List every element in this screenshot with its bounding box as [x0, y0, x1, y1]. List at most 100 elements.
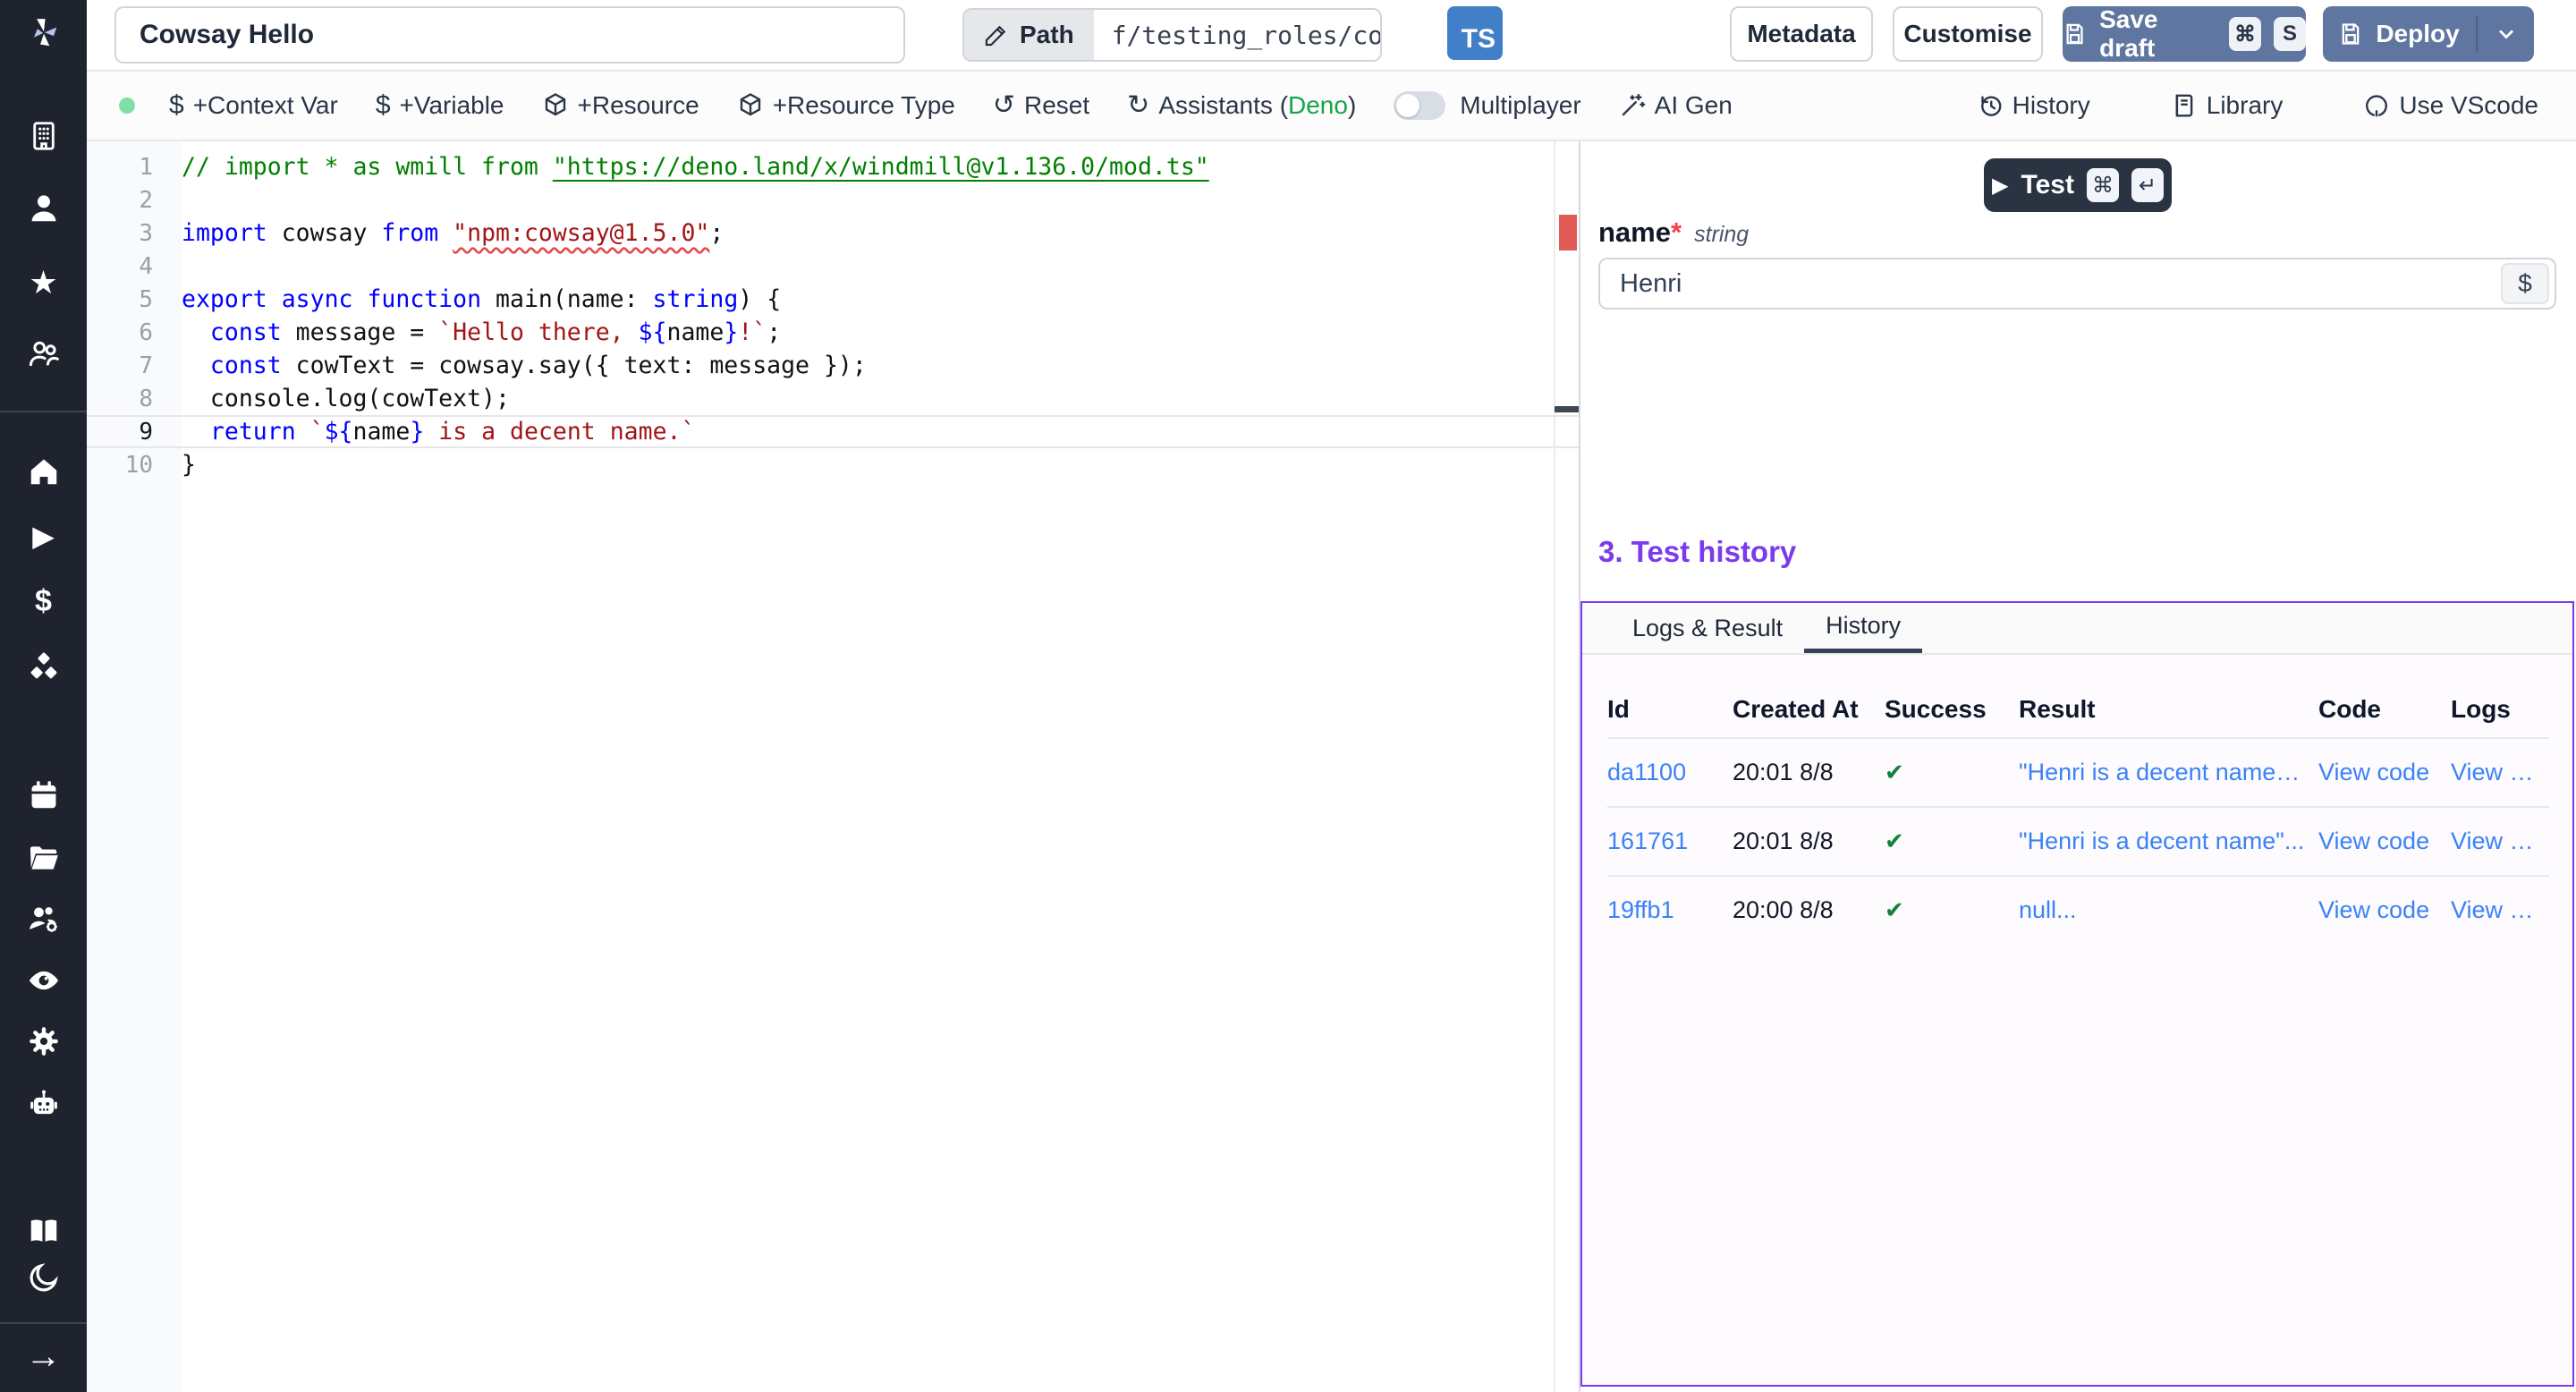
library-button[interactable]: Library	[2171, 91, 2284, 120]
overview-ruler	[1554, 141, 1555, 1392]
dollar-icon: $	[376, 92, 391, 119]
ai-gen-label: AI Gen	[1655, 91, 1733, 120]
table-row: da110020:01 8/8✔"Henri is a decent name.…	[1607, 737, 2549, 806]
view-logs-link[interactable]: View logs	[2451, 828, 2549, 855]
field-type: string	[1694, 222, 1749, 248]
code-line[interactable]: 5export async function main(name: string…	[87, 283, 1579, 316]
arrow-right-icon[interactable]: →	[0, 1335, 87, 1378]
column-header: Created At	[1733, 695, 1885, 724]
code-line[interactable]: 7 const cowText = cowsay.say({ text: mes…	[87, 349, 1579, 382]
use-vscode-button[interactable]: Use VScode	[2363, 91, 2538, 120]
history-button[interactable]: History	[1977, 91, 2090, 120]
add-context-var-button[interactable]: $ +Context Var	[169, 91, 338, 120]
result-link[interactable]: "Henri is a decent name"...	[2019, 828, 2318, 855]
history-label: History	[2012, 91, 2090, 120]
path-button-label: Path	[1020, 21, 1074, 49]
moon-icon[interactable]	[0, 1256, 87, 1299]
code-line[interactable]: 1// import * as wmill from "https://deno…	[87, 150, 1579, 183]
folder-open-icon[interactable]	[0, 836, 87, 879]
metadata-button[interactable]: Metadata	[1730, 6, 1873, 62]
add-resource-button[interactable]: +Resource	[542, 91, 699, 120]
chevron-down-icon[interactable]	[2494, 21, 2519, 47]
windmill-logo[interactable]	[0, 12, 87, 55]
toggle-knob	[1396, 94, 1419, 117]
column-header: Result	[2019, 695, 2318, 724]
script-title-input[interactable]	[114, 6, 905, 64]
view-code-link[interactable]: View code	[2318, 828, 2451, 855]
robot-icon[interactable]	[0, 1082, 87, 1125]
customise-button[interactable]: Customise	[1893, 6, 2043, 62]
name-input[interactable]	[1600, 269, 2501, 299]
language-badge-ts: TS	[1447, 6, 1503, 60]
calendar-icon[interactable]	[0, 774, 87, 817]
field-name: name*	[1598, 216, 1682, 249]
add-resource-type-button[interactable]: +Resource Type	[737, 91, 955, 120]
view-code-link[interactable]: View code	[2318, 896, 2451, 924]
created-at: 20:01 8/8	[1733, 828, 1885, 855]
assistants-button[interactable]: ↻ Assistants (Deno)	[1127, 91, 1356, 120]
book-open-icon[interactable]	[0, 1210, 87, 1252]
line-number: 8	[87, 386, 182, 412]
job-id-link[interactable]: da1100	[1607, 759, 1733, 786]
code-line[interactable]: 4	[87, 250, 1579, 283]
job-id-link[interactable]: 161761	[1607, 828, 1733, 855]
boxes-icon[interactable]	[0, 646, 87, 689]
star-icon[interactable]: ★	[0, 261, 87, 304]
code-text: return `${name} is a decent name.`	[182, 418, 695, 446]
sidebar-divider	[0, 411, 87, 412]
column-header: Id	[1607, 695, 1733, 724]
line-number: 2	[87, 187, 182, 214]
add-variable-button[interactable]: $ +Variable	[376, 91, 504, 120]
tab-logs-result[interactable]: Logs & Result	[1611, 603, 1804, 653]
cursor-marker	[1555, 406, 1579, 412]
column-header: Code	[2318, 695, 2451, 724]
success-check-icon: ✔	[1885, 828, 2019, 855]
panel-divider[interactable]	[1579, 141, 1580, 1392]
path-button[interactable]: Path	[964, 10, 1094, 60]
add-variable-label: +Variable	[400, 91, 504, 120]
eye-icon[interactable]	[0, 959, 87, 1002]
code-line[interactable]: 10}	[87, 448, 1579, 481]
save-draft-button[interactable]: Save draft ⌘ S	[2063, 6, 2306, 62]
code-line[interactable]: 8 console.log(cowText);	[87, 382, 1579, 415]
save-icon	[2338, 21, 2363, 47]
test-button[interactable]: ▶ Test ⌘ ↵	[1984, 158, 2172, 212]
dollar-icon[interactable]: $	[0, 580, 87, 623]
code-editor[interactable]: 1// import * as wmill from "https://deno…	[87, 141, 1579, 1392]
job-id-link[interactable]: 19ffb1	[1607, 896, 1733, 924]
multiplayer-toggle[interactable]	[1394, 91, 1445, 120]
result-link[interactable]: null...	[2019, 896, 2318, 924]
deploy-button[interactable]: Deploy	[2323, 6, 2534, 62]
view-code-link[interactable]: View code	[2318, 759, 2451, 786]
building-icon[interactable]	[0, 115, 87, 157]
error-marker	[1559, 215, 1577, 250]
metadata-label: Metadata	[1747, 20, 1855, 48]
view-logs-link[interactable]: View logs	[2451, 896, 2549, 924]
line-number: 9	[87, 419, 182, 446]
gear-icon[interactable]	[0, 1020, 87, 1063]
tab-history[interactable]: History	[1804, 603, 1922, 653]
users-icon[interactable]	[0, 332, 87, 375]
code-line[interactable]: 2	[87, 183, 1579, 216]
view-logs-link[interactable]: View logs	[2451, 759, 2549, 786]
reset-button[interactable]: ↺ Reset	[993, 91, 1089, 120]
kbd-enter: ↵	[2131, 168, 2164, 202]
code-line[interactable]: 3import cowsay from "npm:cowsay@1.5.0";	[87, 216, 1579, 250]
result-link[interactable]: "Henri is a decent name."...	[2019, 759, 2318, 786]
name-field: $	[1598, 258, 2556, 310]
line-number: 7	[87, 352, 182, 379]
column-header: Logs	[2451, 695, 2549, 724]
user-icon[interactable]	[0, 187, 87, 230]
ai-gen-button[interactable]: AI Gen	[1619, 91, 1733, 120]
play-icon[interactable]: ▶	[0, 514, 87, 557]
code-text: export async function main(name: string)…	[182, 285, 781, 313]
users-gear-icon[interactable]	[0, 897, 87, 940]
path-group: Path f/testing_roles/cowsa	[962, 8, 1382, 62]
code-text: import cowsay from "npm:cowsay@1.5.0";	[182, 219, 724, 247]
home-icon[interactable]	[0, 450, 87, 493]
code-line[interactable]: 9 return `${name} is a decent name.`	[87, 415, 1579, 448]
refresh-icon: ↻	[1127, 92, 1149, 119]
code-line[interactable]: 6 const message = `Hello there, ${name}!…	[87, 316, 1579, 349]
path-value-input[interactable]: f/testing_roles/cowsa	[1094, 10, 1380, 60]
insert-variable-button[interactable]: $	[2501, 263, 2549, 304]
